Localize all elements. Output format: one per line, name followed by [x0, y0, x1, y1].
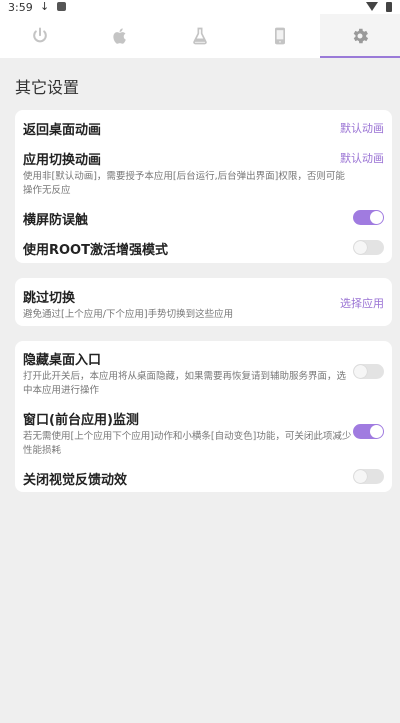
landscape-guard-switch[interactable]: [353, 210, 384, 225]
hide-launcher-title: 隐藏桌面入口: [23, 353, 102, 368]
wifi-icon: [366, 2, 378, 11]
root-enhanced-title: 使用ROOT激活增强模式: [23, 243, 168, 258]
power-icon: [33, 27, 47, 43]
skip-switch-row[interactable]: 跳过切换 避免通过[上个应用/下个应用]手势切换到这些应用 选择应用: [23, 287, 384, 322]
window-monitor-title: 窗口(前台应用)监测: [23, 413, 139, 428]
flask-icon: [193, 27, 207, 45]
skip-switch-card: 跳过切换 避免通过[上个应用/下个应用]手势切换到这些应用 选择应用: [15, 278, 392, 326]
hide-launcher-switch[interactable]: [353, 364, 384, 379]
misc-settings-card: 隐藏桌面入口 打开此开关后，本应用将从桌面隐藏，如果需要再恢复请到辅助服务界面，…: [15, 341, 392, 492]
disable-feedback-title: 关闭视觉反馈动效: [23, 473, 128, 488]
tab-settings[interactable]: [320, 14, 400, 58]
window-monitor-desc: 若无需使用[上个应用下个应用]动作和小横条[自动变色]功能，可关闭此项减少性能损…: [23, 431, 352, 456]
window-monitor-switch[interactable]: [353, 424, 384, 439]
return-home-animation-title: 返回桌面动画: [23, 123, 102, 138]
skip-switch-title: 跳过切换: [23, 291, 76, 306]
return-home-animation-value[interactable]: 默认动画: [340, 120, 384, 136]
return-home-animation-row[interactable]: 返回桌面动画 默认动画: [23, 119, 384, 138]
root-enhanced-row[interactable]: 使用ROOT激活增强模式: [23, 239, 384, 258]
apple-icon: [113, 28, 126, 44]
select-apps-button[interactable]: 选择应用: [340, 295, 384, 311]
landscape-guard-title: 横屏防误触: [23, 213, 89, 228]
disable-feedback-switch[interactable]: [353, 469, 384, 484]
app-switch-animation-value[interactable]: 默认动画: [340, 150, 384, 166]
phone-icon: [275, 27, 285, 45]
tab-power[interactable]: [0, 14, 80, 58]
app-switch-animation-desc: 使用非[默认动画]，需要授予本应用[后台运行,后台弹出界面]权限，否则可能操作无…: [23, 171, 345, 196]
window-monitor-row[interactable]: 窗口(前台应用)监测 若无需使用[上个应用下个应用]动作和小横条[自动变色]功能…: [23, 409, 384, 458]
hide-launcher-row[interactable]: 隐藏桌面入口 打开此开关后，本应用将从桌面隐藏，如果需要再恢复请到辅助服务界面，…: [23, 349, 384, 398]
notification-icon: [57, 2, 66, 11]
tab-lab[interactable]: [160, 14, 240, 58]
download-icon: ↓: [40, 0, 50, 13]
gear-icon: [353, 28, 369, 44]
status-bar: 3:59 ↓: [0, 0, 400, 14]
battery-icon: [386, 2, 392, 12]
skip-switch-desc: 避免通过[上个应用/下个应用]手势切换到这些应用: [23, 309, 234, 320]
status-time: 3:59: [8, 1, 33, 14]
hide-launcher-desc: 打开此开关后，本应用将从桌面隐藏，如果需要再恢复请到辅助服务界面，选中本应用进行…: [23, 371, 347, 396]
app-switch-animation-row[interactable]: 应用切换动画 使用非[默认动画]，需要授予本应用[后台运行,后台弹出界面]权限，…: [23, 149, 384, 198]
app-switch-animation-title: 应用切换动画: [23, 153, 102, 168]
page-title: 其它设置: [15, 78, 80, 97]
tab-phone[interactable]: [240, 14, 320, 58]
animation-settings-card: 返回桌面动画 默认动画 应用切换动画 使用非[默认动画]，需要授予本应用[后台运…: [15, 110, 392, 263]
tab-bar: [0, 14, 400, 58]
disable-feedback-row[interactable]: 关闭视觉反馈动效: [23, 469, 384, 488]
tab-apple[interactable]: [80, 14, 160, 58]
landscape-guard-row[interactable]: 横屏防误触: [23, 209, 384, 228]
root-enhanced-switch[interactable]: [353, 240, 384, 255]
